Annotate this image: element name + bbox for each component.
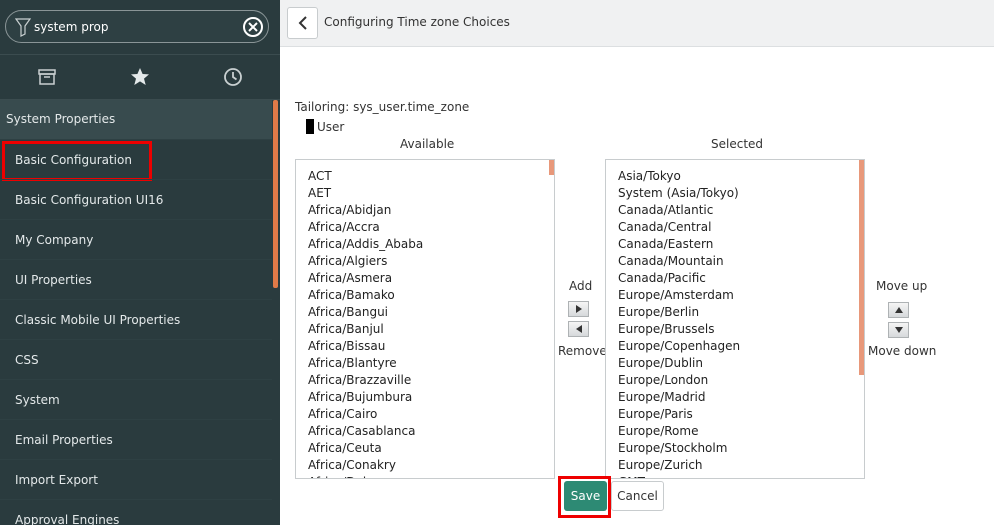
cancel-button[interactable]: Cancel (611, 481, 664, 511)
list-item[interactable]: Africa/Bujumbura (308, 389, 554, 406)
list-item[interactable]: Europe/Brussels (618, 321, 864, 338)
menu-item-basic-configuration[interactable]: Basic Configuration (0, 139, 272, 181)
tailoring-label: Tailoring: (295, 100, 350, 114)
menu-item-ui-properties[interactable]: UI Properties (0, 259, 272, 299)
navigator-sidebar: System Properties Basic Configuration Ba… (0, 0, 280, 525)
list-item[interactable]: GMT (618, 474, 864, 478)
menu-item-email-properties[interactable]: Email Properties (0, 419, 272, 459)
list-item[interactable]: Canada/Mountain (618, 253, 864, 270)
add-button[interactable] (568, 301, 589, 317)
list-item[interactable]: Asia/Tokyo (618, 168, 864, 185)
list-item[interactable]: Africa/Conakry (308, 457, 554, 474)
add-label: Add (569, 279, 593, 293)
menu-item-classic-mobile-ui-properties[interactable]: Classic Mobile UI Properties (0, 299, 272, 339)
available-list: ACT AET Africa/Abidjan Africa/Accra Africa/A… (296, 160, 554, 478)
navigator-tabs (0, 54, 280, 100)
menu-item-import-export[interactable]: Import Export (0, 459, 272, 499)
remove-button[interactable] (568, 321, 589, 337)
list-item[interactable]: Europe/Dublin (618, 355, 864, 372)
archive-icon (37, 69, 56, 85)
available-heading: Available (400, 137, 455, 151)
list-item[interactable]: Africa/Bangui (308, 304, 554, 321)
list-item[interactable]: System (Asia/Tokyo) (618, 185, 864, 202)
list-item[interactable]: Europe/Amsterdam (618, 287, 864, 304)
clear-filter-icon[interactable] (243, 17, 263, 37)
arrow-up-icon (894, 307, 903, 313)
page-header: Configuring Time zone Choices (280, 0, 994, 47)
list-item[interactable]: Europe/Paris (618, 406, 864, 423)
list-item[interactable]: Europe/Madrid (618, 389, 864, 406)
list-item[interactable]: Canada/Eastern (618, 236, 864, 253)
list-item[interactable]: Africa/Dakar (308, 474, 554, 478)
tab-favorites[interactable] (93, 55, 186, 99)
move-down-button[interactable] (888, 322, 909, 338)
list-item[interactable]: Europe/Rome (618, 423, 864, 440)
list-item[interactable]: Africa/Cairo (308, 406, 554, 423)
remove-label: Remove (558, 344, 607, 358)
menu-item-system[interactable]: System (0, 379, 272, 419)
move-down-label: Move down (868, 344, 937, 358)
tailoring-user: User (306, 119, 344, 134)
list-item[interactable]: Canada/Atlantic (618, 202, 864, 219)
list-item[interactable]: Europe/London (618, 372, 864, 389)
funnel-icon (15, 18, 31, 37)
sidebar-scrollbar[interactable] (273, 100, 278, 288)
tailoring-info: Tailoring: sys_user.time_zone (295, 100, 469, 114)
menu-item-approval-engines[interactable]: Approval Engines (0, 499, 272, 525)
filter-input[interactable] (34, 17, 234, 37)
tailoring-value: sys_user.time_zone (353, 100, 470, 114)
clock-icon (224, 68, 243, 86)
list-item[interactable]: Europe/Copenhagen (618, 338, 864, 355)
navigator-menu: System Properties Basic Configuration Ba… (0, 100, 272, 525)
arrow-left-icon (575, 325, 582, 333)
move-up-button[interactable] (888, 302, 909, 318)
arrow-down-icon (894, 327, 903, 333)
available-scrollbar[interactable] (549, 160, 554, 175)
list-item[interactable]: ACT (308, 168, 554, 185)
available-listbox[interactable]: ACT AET Africa/Abidjan Africa/Accra Africa/A… (295, 159, 555, 479)
list-item[interactable]: Africa/Blantyre (308, 355, 554, 372)
menu-section-system-properties[interactable]: System Properties (0, 100, 272, 139)
selected-scrollbar[interactable] (859, 160, 864, 375)
selected-listbox[interactable]: Asia/Tokyo System (Asia/Tokyo) Canada/Atla… (605, 159, 865, 479)
list-item[interactable]: Canada/Pacific (618, 270, 864, 287)
page-title: Configuring Time zone Choices (324, 15, 510, 29)
star-icon (130, 68, 149, 85)
menu-item-basic-configuration-ui16[interactable]: Basic Configuration UI16 (0, 179, 272, 219)
menu-item-my-company[interactable]: My Company (0, 219, 272, 259)
list-item[interactable]: Africa/Accra (308, 219, 554, 236)
user-swatch (306, 119, 314, 134)
list-item[interactable]: Europe/Zurich (618, 457, 864, 474)
list-item[interactable]: Africa/Addis_Ababa (308, 236, 554, 253)
selected-list: Asia/Tokyo System (Asia/Tokyo) Canada/Atla… (606, 160, 864, 478)
back-button[interactable] (287, 7, 318, 39)
tab-history[interactable] (187, 55, 280, 99)
list-item[interactable]: Africa/Casablanca (308, 423, 554, 440)
list-item[interactable]: Africa/Abidjan (308, 202, 554, 219)
chevron-left-icon (298, 16, 307, 30)
selected-heading: Selected (711, 137, 764, 151)
list-item[interactable]: Europe/Berlin (618, 304, 864, 321)
arrow-right-icon (575, 305, 582, 313)
list-item[interactable]: Africa/Asmera (308, 270, 554, 287)
user-label: User (317, 119, 345, 134)
tab-all-applications[interactable] (0, 55, 93, 99)
list-item[interactable]: Africa/Banjul (308, 321, 554, 338)
list-item[interactable]: Africa/Bissau (308, 338, 554, 355)
list-item[interactable]: Europe/Stockholm (618, 440, 864, 457)
menu-item-css[interactable]: CSS (0, 339, 272, 379)
list-item[interactable]: Africa/Bamako (308, 287, 554, 304)
save-button[interactable]: Save (564, 481, 607, 511)
list-item[interactable]: Africa/Ceuta (308, 440, 554, 457)
list-item[interactable]: Canada/Central (618, 219, 864, 236)
move-up-label: Move up (876, 279, 928, 293)
list-item[interactable]: Africa/Brazzaville (308, 372, 554, 389)
navigator-filter[interactable] (5, 10, 269, 43)
list-item[interactable]: AET (308, 185, 554, 202)
list-item[interactable]: Africa/Algiers (308, 253, 554, 270)
